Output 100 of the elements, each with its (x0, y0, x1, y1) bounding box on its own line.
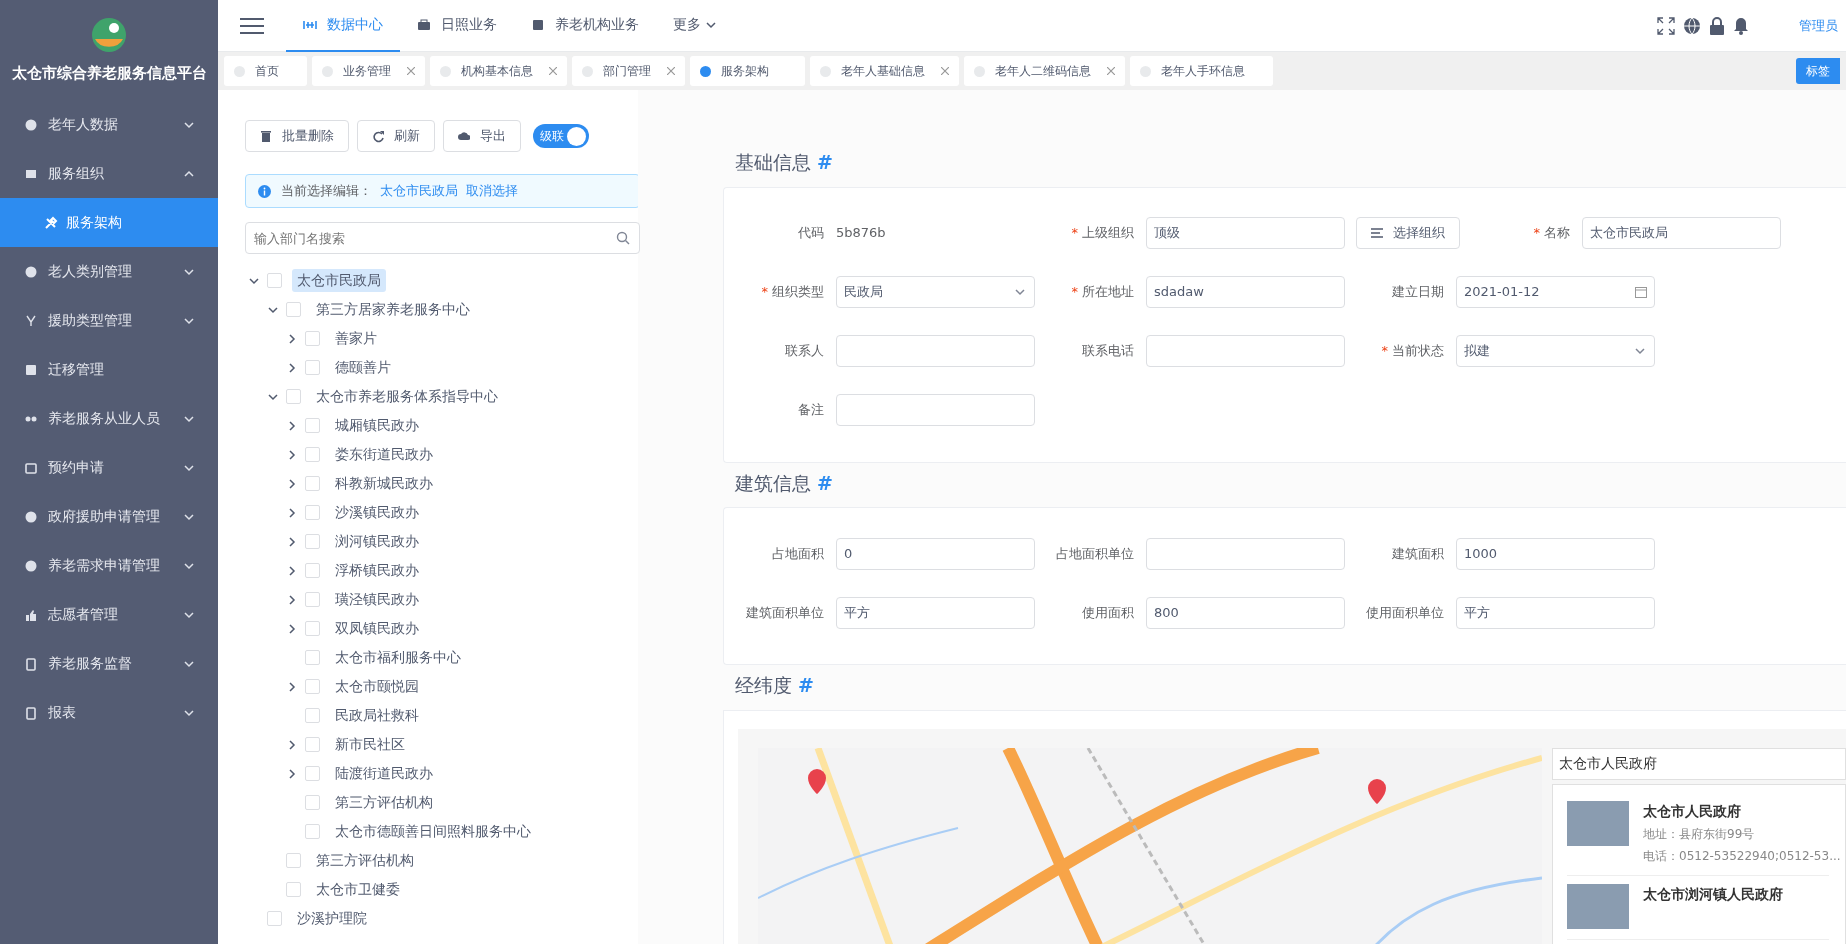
user-menu[interactable]: 管理员 (1773, 15, 1838, 36)
close-icon[interactable] (549, 67, 557, 75)
tree-node-label[interactable]: 太仓市福利服务中心 (330, 646, 466, 669)
input-field[interactable] (1146, 335, 1345, 367)
globe-icon[interactable] (1683, 16, 1701, 35)
nav-tab[interactable]: 更多 (656, 0, 735, 52)
sidebar-item[interactable]: 养老需求申请管理 (0, 541, 218, 590)
sidebar-item[interactable]: 养老服务从业人员 (0, 394, 218, 443)
tree-checkbox[interactable] (305, 592, 320, 607)
tree-node-label[interactable]: 善家片 (330, 327, 382, 350)
page-tab[interactable]: 老年人二维码信息 (964, 56, 1125, 86)
tree-checkbox[interactable] (286, 302, 301, 317)
tree-node-label[interactable]: 浮桥镇民政办 (330, 559, 424, 582)
sidebar-item[interactable]: 迁移管理 (0, 345, 218, 394)
select-org-button[interactable]: 选择组织 (1356, 217, 1460, 249)
input-field[interactable]: 太仓市民政局 (1582, 217, 1781, 249)
map-search-field[interactable]: 太仓市人民政府 (1552, 747, 1846, 780)
close-icon[interactable] (407, 67, 415, 75)
tree-checkbox[interactable] (286, 853, 301, 868)
input-field[interactable]: 800 (1146, 596, 1345, 629)
tree-node-label[interactable]: 第三方居家养老服务中心 (311, 298, 475, 321)
sidebar-item[interactable]: 服务组织 (0, 149, 218, 198)
tree-checkbox[interactable] (305, 476, 320, 491)
tree-checkbox[interactable] (305, 621, 320, 636)
close-icon[interactable] (941, 67, 949, 75)
fullscreen-icon[interactable] (1657, 16, 1675, 35)
nav-tab[interactable]: 养老机构业务 (514, 0, 656, 52)
tree-checkbox[interactable] (305, 447, 320, 462)
tree-node-label[interactable]: 沙溪护理院 (292, 907, 372, 930)
input-field[interactable]: 顶级 (1146, 217, 1345, 249)
tree-node-label[interactable]: 娄东街道民政办 (330, 443, 438, 466)
page-tab[interactable]: 老年人基础信息 (810, 56, 959, 86)
bell-icon[interactable] (1733, 16, 1749, 35)
tree-checkbox[interactable] (305, 534, 320, 549)
tree-checkbox[interactable] (286, 389, 301, 404)
tree-checkbox[interactable] (305, 824, 320, 839)
date-field[interactable]: 2021-01-12 (1456, 276, 1655, 308)
tree-checkbox[interactable] (305, 418, 320, 433)
tree-node-label[interactable]: 沙溪镇民政办 (330, 501, 424, 524)
page-tab[interactable]: 业务管理 (312, 56, 425, 86)
toolbar-button[interactable]: 批量删除 (245, 120, 349, 152)
select-field[interactable]: 拟建 (1456, 335, 1655, 367)
tree-node-label[interactable]: 第三方评估机构 (330, 791, 438, 814)
result-title[interactable]: 太仓市人民政府 (1643, 800, 1841, 821)
sidebar-item[interactable]: 老年人数据 (0, 100, 218, 149)
tree-checkbox[interactable] (305, 360, 320, 375)
tree-node-label[interactable]: 太仓市养老服务体系指导中心 (311, 385, 503, 408)
page-tab[interactable]: 服务架构 (690, 56, 805, 86)
input-field[interactable]: 平方 (1456, 596, 1655, 629)
lock-icon[interactable] (1709, 16, 1725, 35)
tree-checkbox[interactable] (267, 273, 282, 288)
sidebar-item[interactable]: 老人类别管理 (0, 247, 218, 296)
tree-node-label[interactable]: 陆渡街道民政办 (330, 762, 438, 785)
input-field[interactable]: 0 (836, 537, 1035, 570)
page-tab[interactable]: 机构基本信息 (430, 56, 567, 86)
tree-node-label[interactable]: 浏河镇民政办 (330, 530, 424, 553)
input-field[interactable]: sdadaw (1146, 276, 1345, 308)
toolbar-button[interactable]: 刷新 (357, 120, 435, 152)
tree-checkbox[interactable] (286, 882, 301, 897)
sidebar-item[interactable]: 养老服务监督 (0, 639, 218, 688)
tree-node-label[interactable]: 太仓市卫健委 (311, 878, 405, 901)
tree-checkbox[interactable] (305, 563, 320, 578)
tree-checkbox[interactable] (305, 737, 320, 752)
select-field[interactable]: 民政局 (836, 276, 1035, 308)
sidebar-item[interactable]: 预约申请 (0, 443, 218, 492)
tree-node-label[interactable]: 太仓市颐悦园 (330, 675, 424, 698)
input-field[interactable]: 平方 (836, 596, 1035, 629)
tree-node-label[interactable]: 太仓市德颐善日间照料服务中心 (330, 820, 536, 843)
sidebar-item[interactable]: 报表 (0, 688, 218, 737)
tree-checkbox[interactable] (305, 708, 320, 723)
tree-node-label[interactable]: 德颐善片 (330, 356, 396, 379)
tree-node-label[interactable]: 第三方评估机构 (311, 849, 419, 872)
tree-checkbox[interactable] (267, 911, 282, 926)
tree-checkbox[interactable] (305, 331, 320, 346)
tree-checkbox[interactable] (305, 679, 320, 694)
tree-node-label[interactable]: 璜泾镇民政办 (330, 588, 424, 611)
tree-checkbox[interactable] (305, 795, 320, 810)
search-field[interactable]: 输入部门名搜索 (245, 222, 640, 254)
sidebar-item[interactable]: 援助类型管理 (0, 296, 218, 345)
page-tab[interactable]: 老年人手环信息 (1130, 56, 1273, 86)
input-field[interactable] (836, 394, 1035, 426)
tree-checkbox[interactable] (305, 766, 320, 781)
nav-tab[interactable]: 日照业务 (400, 0, 514, 52)
result-title[interactable]: 太仓市浏河镇人民政府 (1643, 883, 1783, 904)
tree-checkbox[interactable] (305, 505, 320, 520)
page-tab[interactable]: 部门管理 (572, 56, 685, 86)
tree-node-label[interactable]: 城厢镇民政办 (330, 414, 424, 437)
tree-node-label[interactable]: 双凤镇民政办 (330, 617, 424, 640)
tree-node-label[interactable]: 新市民社区 (330, 733, 410, 756)
toolbar-button[interactable]: 导出 (443, 120, 521, 152)
tree-node-label[interactable]: 科教新城民政办 (330, 472, 438, 495)
input-field[interactable] (836, 335, 1035, 367)
tree-node-label[interactable]: 太仓市民政局 (292, 269, 386, 292)
sidebar-item[interactable]: 政府援助申请管理 (0, 492, 218, 541)
page-tab[interactable]: 首页 (224, 56, 307, 86)
tree-checkbox[interactable] (305, 650, 320, 665)
input-field[interactable] (1146, 537, 1345, 570)
close-icon[interactable] (667, 67, 675, 75)
tree-node-label[interactable]: 民政局社救科 (330, 704, 424, 727)
menu-icon[interactable] (240, 16, 264, 35)
